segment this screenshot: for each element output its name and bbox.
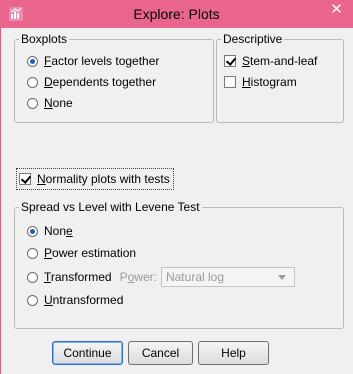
radio-label: Factor levels together [44, 54, 160, 68]
continue-button-label: Continue [63, 346, 112, 360]
boxplot-dependents-together-radio[interactable]: Dependents together [27, 73, 156, 91]
cancel-button[interactable]: Cancel [128, 341, 193, 365]
power-select[interactable]: Natural log [160, 267, 295, 287]
spread-vs-level-legend: Spread vs Level with Levene Test [21, 200, 200, 214]
radio-indicator[interactable] [27, 247, 38, 259]
boxplot-none-radio[interactable]: None [27, 94, 73, 112]
checkbox-label: Normality plots with tests [37, 172, 170, 186]
boxplot-factor-levels-together-radio[interactable]: Factor levels together [27, 52, 159, 70]
close-button[interactable]: ✕ [320, 0, 353, 20]
checkbox-checked-indicator[interactable] [19, 173, 31, 185]
radio-indicator[interactable] [27, 97, 38, 109]
radio-label: Transformed [44, 270, 112, 284]
radio-selected-indicator[interactable] [27, 55, 38, 67]
normality-plots-checkbox[interactable]: Normality plots with tests [16, 168, 174, 190]
checkbox-label: Histogram [242, 75, 297, 89]
dropdown-arrow-icon [277, 275, 286, 280]
spread-vs-level-group: Spread vs Level with Levene Test [14, 200, 344, 329]
continue-button[interactable]: Continue [52, 341, 123, 365]
radio-label: Untransformed [44, 293, 124, 307]
radio-indicator[interactable] [27, 76, 38, 88]
descriptive-legend: Descriptive [223, 32, 283, 46]
radio-label: Dependents together [44, 75, 157, 89]
explore-plots-dialog: Boxplots Factor levels together Dependen… [0, 28, 353, 374]
close-icon: ✕ [330, 1, 343, 18]
radio-label: Power estimation [44, 246, 137, 260]
radio-indicator[interactable] [27, 294, 38, 306]
power-estimation-radio[interactable]: Power estimation [27, 244, 136, 262]
help-button[interactable]: Help [198, 341, 269, 365]
radio-indicator[interactable] [27, 271, 38, 283]
title-bar: Explore: Plots ✕ [0, 0, 353, 28]
histogram-checkbox[interactable]: Histogram [224, 73, 297, 91]
window-title: Explore: Plots [133, 6, 220, 22]
cancel-button-label: Cancel [141, 346, 180, 360]
help-button-label: Help [221, 346, 246, 360]
spread-none-radio[interactable]: None [27, 222, 73, 240]
radio-label: None [44, 96, 73, 110]
checkbox-label: Stem-and-leaf [242, 54, 318, 68]
untransformed-radio[interactable]: Untransformed [27, 291, 123, 309]
power-label: Power: [119, 270, 157, 284]
checkbox-checked-indicator[interactable] [224, 55, 236, 67]
checkbox-indicator[interactable] [224, 76, 236, 88]
boxplots-legend: Boxplots [21, 32, 68, 46]
stem-and-leaf-checkbox[interactable]: Stem-and-leaf [224, 52, 317, 70]
transformed-radio[interactable]: Transformed Power: Natural log [27, 267, 295, 287]
power-select-value: Natural log [165, 270, 224, 284]
radio-selected-indicator[interactable] [27, 225, 38, 237]
radio-label: None [44, 224, 73, 238]
